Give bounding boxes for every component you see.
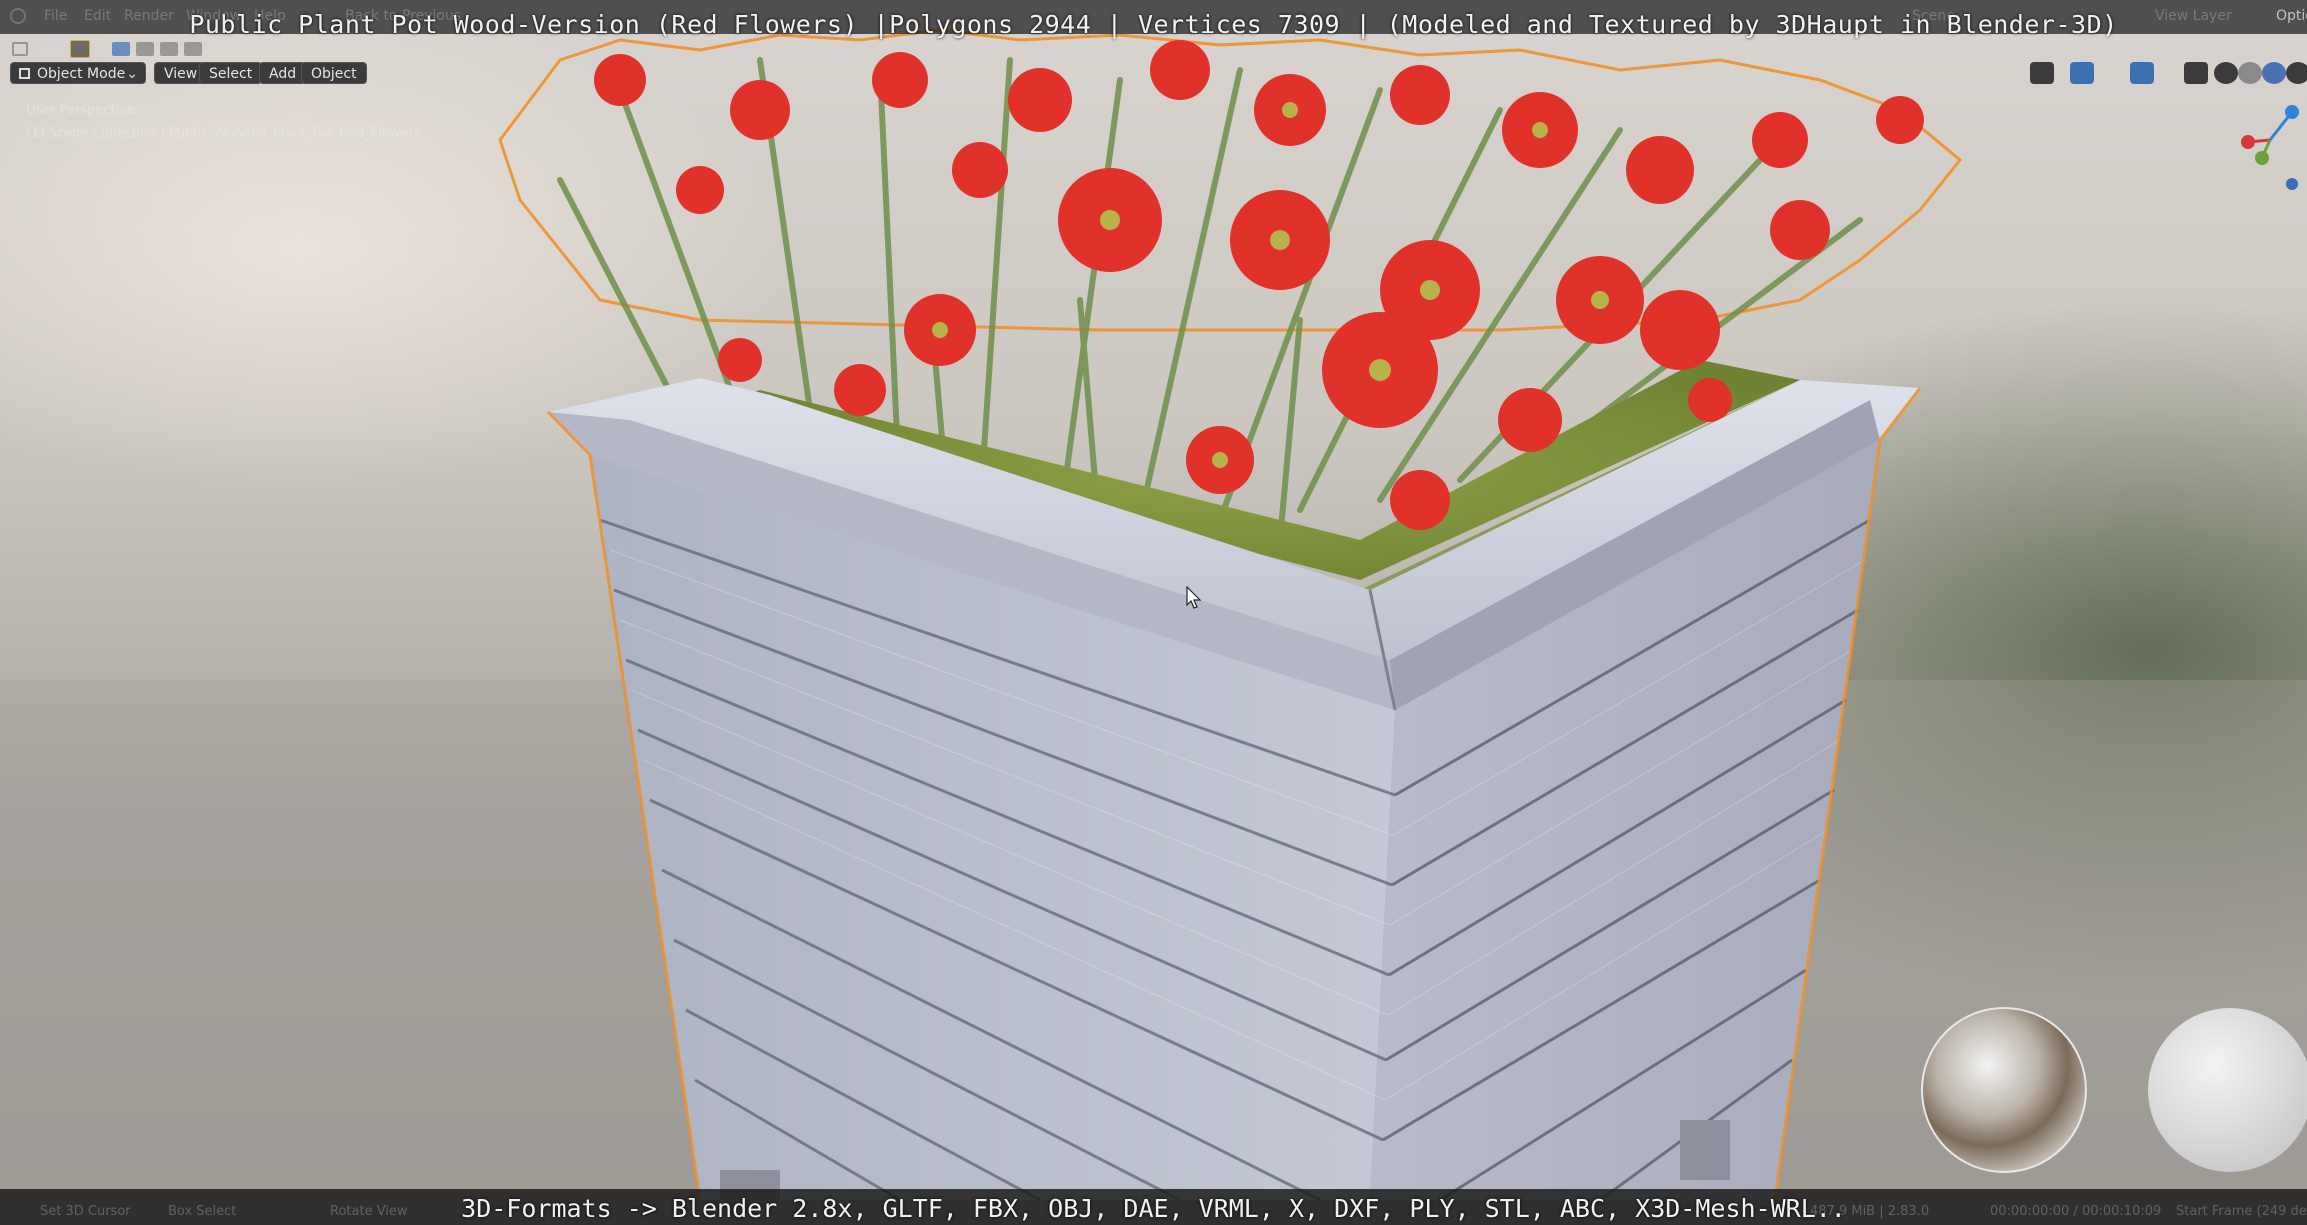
- navigation-gizmo[interactable]: [2240, 100, 2300, 200]
- perspective-label: User Perspective: [26, 103, 136, 118]
- cursor-tool-icon[interactable]: [12, 42, 28, 56]
- transform-orientation[interactable]: Global: [1052, 40, 1097, 56]
- gizmo-y-axis-icon[interactable]: [2255, 151, 2269, 165]
- rendered-shading-icon[interactable]: [2286, 62, 2307, 84]
- tool-settings-row: [0, 38, 240, 60]
- visibility-icon[interactable]: [2030, 62, 2054, 84]
- object-mode-dropdown[interactable]: Object Mode ⌄: [10, 62, 146, 84]
- gizmo-neg-axis-icon[interactable]: [2286, 178, 2298, 190]
- material-shading-icon[interactable]: [2262, 62, 2286, 84]
- gizmo-z-axis-icon[interactable]: [2285, 105, 2299, 119]
- viewport-shading-controls: [2024, 62, 2307, 86]
- add-menu[interactable]: Add: [259, 62, 307, 84]
- select-intersect-icon[interactable]: [184, 42, 202, 56]
- object-mode-icon: [19, 68, 30, 79]
- mouse-cursor-icon: [1186, 586, 1202, 609]
- select-menu[interactable]: Select: [199, 62, 263, 84]
- overlay-toggle-icon[interactable]: [2130, 62, 2154, 84]
- select-subtract-icon[interactable]: [160, 42, 178, 56]
- select-mode-icon[interactable]: [70, 40, 90, 58]
- collection-label: (1) Scene Collection | Public_Wooden_Pla…: [26, 126, 421, 141]
- gizmo-x-axis-icon[interactable]: [2241, 135, 2255, 149]
- xray-toggle-icon[interactable]: [2184, 62, 2208, 84]
- title-caption: Public Plant Pot Wood-Version (Red Flowe…: [189, 10, 2118, 39]
- 3d-viewport[interactable]: [0, 0, 2307, 1225]
- gizmo-toggle-icon[interactable]: [2070, 62, 2094, 84]
- solid-shading-icon[interactable]: [2238, 62, 2262, 84]
- select-extend-icon[interactable]: [136, 42, 154, 56]
- chevron-down-icon: ⌄: [126, 66, 138, 82]
- scene-render: [0, 28, 2307, 1225]
- formats-caption: 3D-Formats -> Blender 2.8x, GLTF, FBX, O…: [461, 1194, 1846, 1223]
- select-box-icon[interactable]: [112, 42, 130, 56]
- wireframe-shading-icon[interactable]: [2214, 62, 2238, 84]
- object-menu[interactable]: Object: [301, 62, 367, 84]
